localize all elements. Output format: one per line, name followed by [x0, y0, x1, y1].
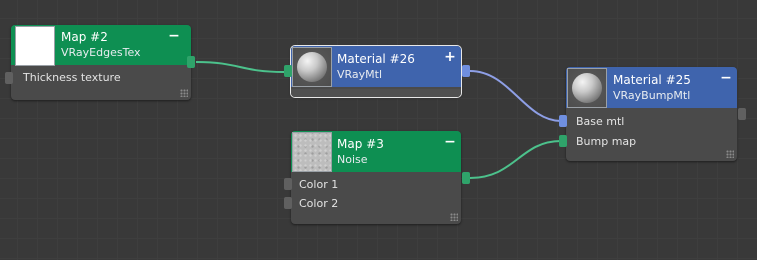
node-material-26[interactable]: Material #26 VRayMtl +	[290, 45, 462, 98]
input-port-bump-map[interactable]	[559, 135, 567, 147]
sphere-preview-icon	[297, 52, 327, 82]
node-map-3[interactable]: Map #3 Noise − Color 1 Color 2	[291, 131, 461, 224]
resize-grip[interactable]	[450, 213, 458, 221]
input-port-thickness-texture[interactable]	[5, 72, 13, 84]
node-material-25[interactable]: Material #25 VRayBumpMtl − Base mtl Bump…	[566, 67, 737, 161]
output-port-material-26[interactable]	[462, 65, 470, 77]
slot-color-1: Color 1	[299, 178, 339, 191]
node-title: Map #2	[61, 30, 108, 44]
wire-map3-to-bump-map	[469, 140, 562, 179]
input-port-color-1[interactable]	[284, 178, 292, 190]
node-title: Map #3	[337, 137, 384, 151]
resize-grip[interactable]	[726, 150, 734, 158]
resize-grip[interactable]	[180, 89, 188, 97]
collapse-button[interactable]: −	[444, 135, 456, 149]
material-thumbnail	[292, 47, 332, 87]
node-type: VRayMtl	[337, 68, 383, 81]
expand-button[interactable]: +	[444, 50, 456, 64]
input-port-material-26[interactable]	[284, 65, 292, 77]
node-type: VRayEdgesTex	[61, 46, 141, 59]
input-port-base-mtl[interactable]	[559, 115, 567, 127]
node-type: VRayBumpMtl	[613, 89, 691, 102]
node-map-2[interactable]: Map #2 VRayEdgesTex − Thickness texture	[11, 25, 191, 100]
output-port-material-25[interactable]	[738, 108, 746, 120]
map-thumbnail	[15, 26, 55, 66]
slot-thickness-texture: Thickness texture	[23, 71, 121, 84]
output-port-map-2[interactable]	[187, 56, 195, 68]
output-port-map-3[interactable]	[462, 172, 470, 184]
wire-map2-to-material26	[195, 61, 285, 73]
wire-material26-to-base-mtl	[469, 70, 562, 122]
node-footer	[291, 89, 461, 97]
node-title: Material #26	[337, 52, 415, 66]
collapse-button[interactable]: −	[168, 29, 180, 43]
node-title: Material #25	[613, 73, 691, 87]
noise-thumbnail	[292, 132, 332, 172]
slot-color-2: Color 2	[299, 197, 339, 210]
collapse-button[interactable]: −	[720, 71, 732, 85]
slot-bump-map: Bump map	[576, 135, 637, 148]
slot-base-mtl: Base mtl	[576, 115, 625, 128]
node-type: Noise	[337, 153, 368, 166]
input-port-color-2[interactable]	[284, 197, 292, 209]
sphere-preview-icon	[572, 73, 602, 103]
material-thumbnail	[567, 68, 607, 108]
